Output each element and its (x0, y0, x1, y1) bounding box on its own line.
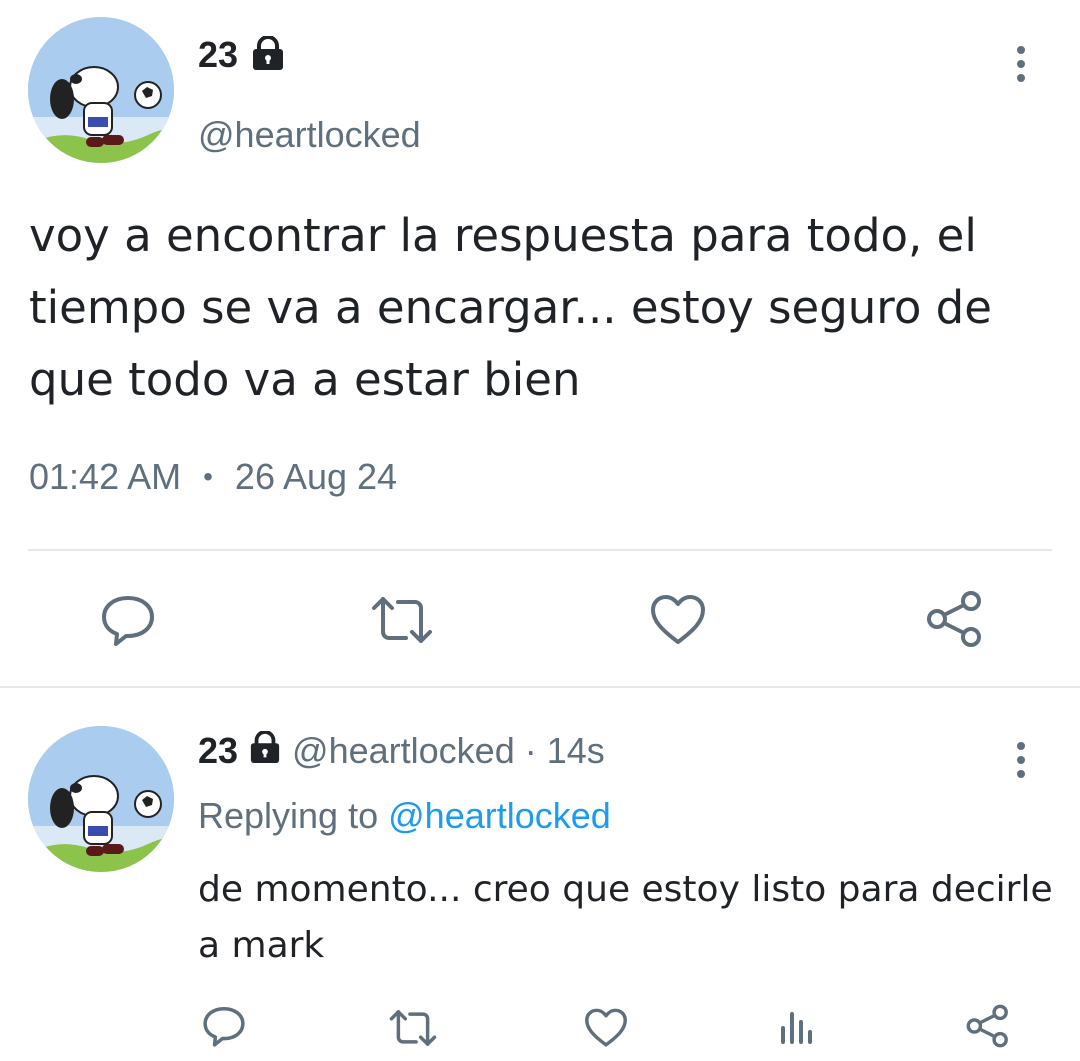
reply-age: 14s (546, 730, 605, 771)
reply-bubble-icon[interactable] (100, 592, 156, 648)
snoopy-avatar-image (28, 726, 174, 872)
snoopy-avatar-image (28, 17, 174, 163)
retweet-icon[interactable] (370, 594, 434, 646)
retweet-icon[interactable] (388, 1008, 438, 1048)
more-vertical-icon[interactable] (1011, 742, 1031, 778)
tweet-time: 01:42 AM (29, 456, 182, 497)
heart-icon[interactable] (650, 594, 706, 646)
replying-to-prefix: Replying to (198, 795, 379, 836)
reply-author-handle[interactable]: @heartlocked (292, 730, 515, 772)
reply-age-separator: · (524, 730, 537, 771)
share-icon[interactable] (926, 590, 984, 648)
divider (28, 549, 1052, 551)
author-handle[interactable]: @heartlocked (198, 114, 421, 156)
tweet-timestamp: 01:42 AM • 26 Aug 24 (29, 456, 397, 498)
reply-author-name[interactable]: 23 (198, 730, 238, 772)
more-vertical-icon[interactable] (1011, 46, 1031, 82)
replying-to-handle-link[interactable]: @heartlocked (388, 795, 611, 836)
avatar[interactable] (28, 726, 174, 872)
tweet-text: voy a encontrar la respuesta para todo, … (29, 209, 992, 406)
divider (0, 686, 1080, 688)
heart-icon[interactable] (584, 1008, 628, 1048)
lock-icon (248, 730, 282, 772)
avatar[interactable] (28, 17, 174, 163)
lock-icon (250, 34, 286, 75)
share-icon[interactable] (966, 1004, 1010, 1048)
replying-to: Replying to @heartlocked (198, 795, 611, 837)
bar-chart-icon[interactable] (778, 1008, 814, 1044)
reply-bubble-icon[interactable] (202, 1004, 246, 1048)
meta-separator: • (203, 461, 213, 492)
tweet-date: 26 Aug 24 (234, 456, 398, 497)
reply-header: 23 @heartlocked · 14s (198, 730, 605, 772)
author-name[interactable]: 23 (198, 34, 238, 76)
reply-text: de momento... creo que estoy listo para … (198, 869, 1053, 966)
